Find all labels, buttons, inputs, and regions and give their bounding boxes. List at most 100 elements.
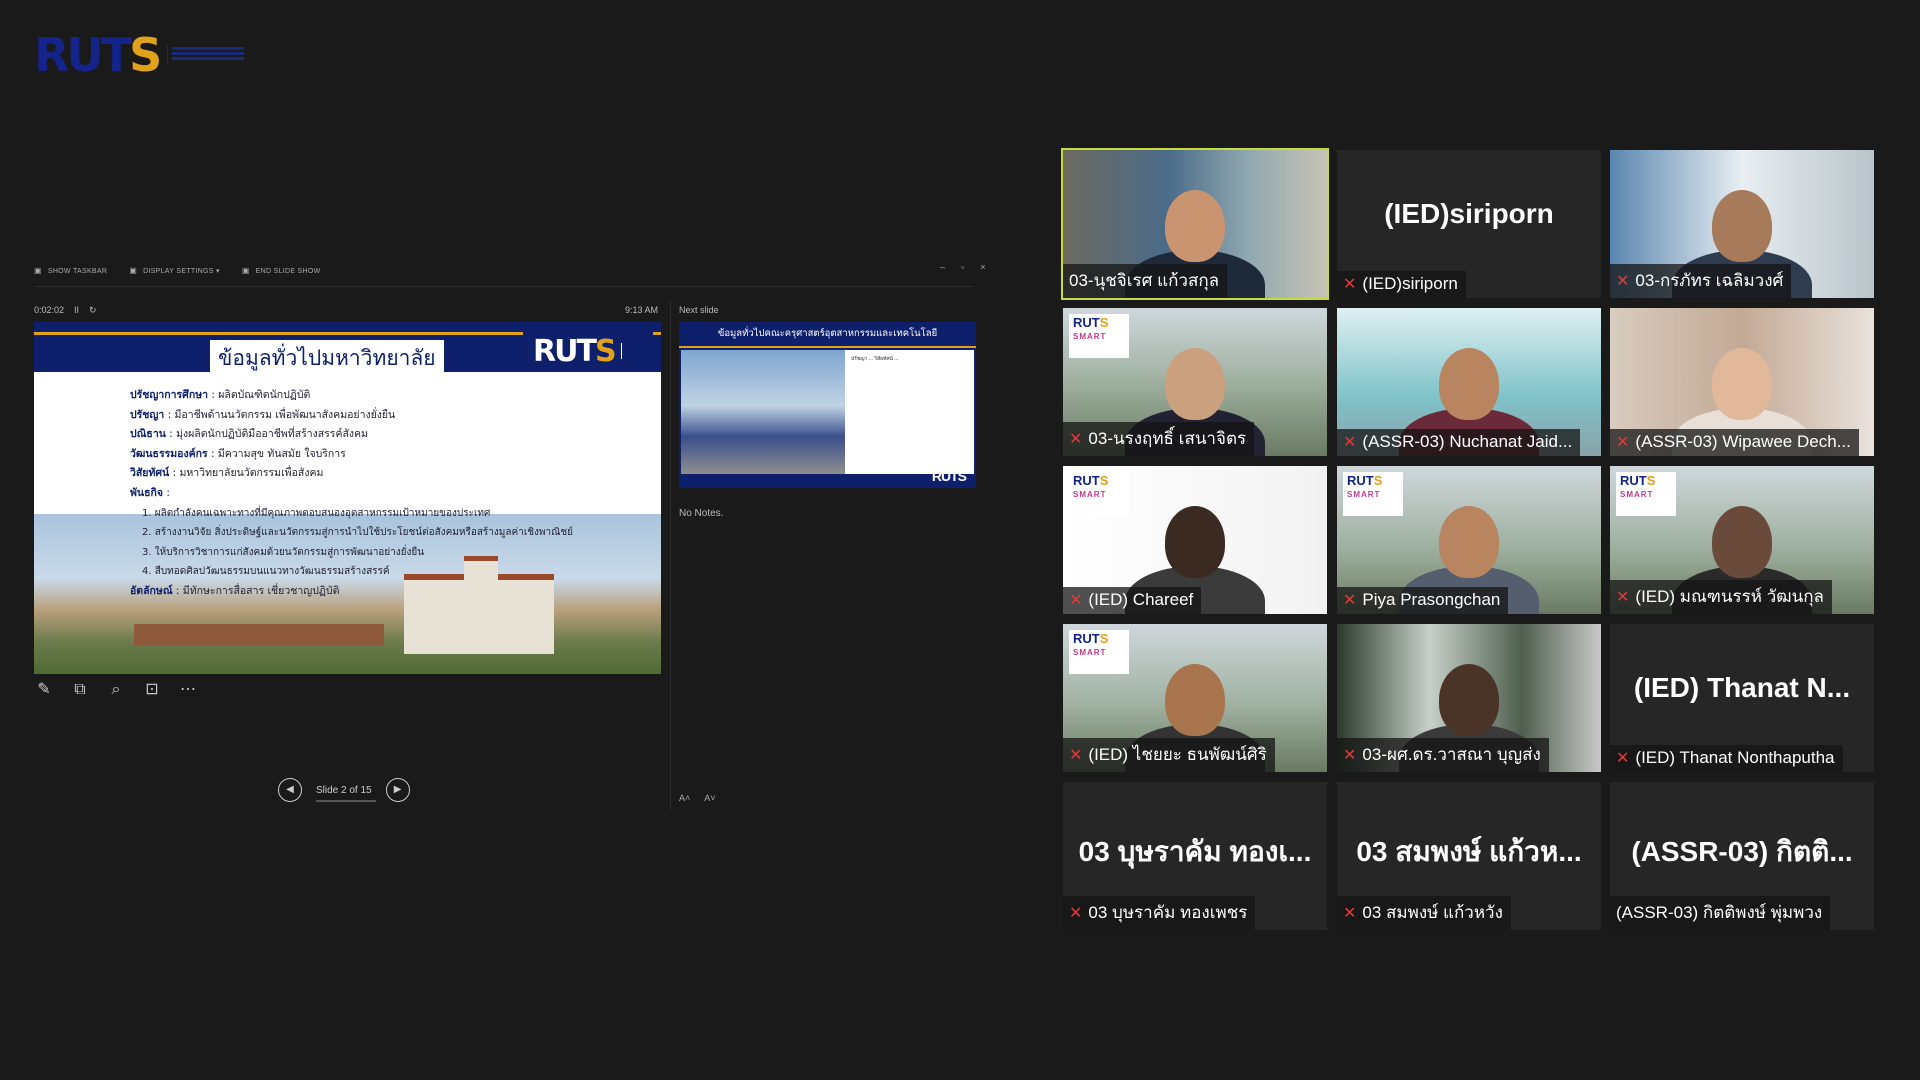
slide-timer: 0:02:02 II ↻ — [34, 305, 97, 316]
participant-name: 03 สมพงษ์ แก้วหวัง — [1362, 903, 1503, 922]
participant-display-name: 03 สมพงษ์ แก้วห... — [1356, 836, 1582, 867]
end-slide-show-button[interactable]: END SLIDE SHOW — [242, 266, 321, 275]
participant-name: 03-ผศ.ดร.วาสณา บุญส่ง — [1362, 745, 1541, 764]
participant-face — [1165, 506, 1225, 578]
participant-tile[interactable]: ✕ (ASSR-03) Wipawee Dech... — [1610, 308, 1874, 456]
zoom-icon[interactable]: ⌕ — [106, 680, 126, 700]
timer-pause-button[interactable]: II — [74, 305, 79, 316]
participant-name-label: ✕ Piya Prasongchan — [1337, 587, 1509, 614]
slide-title: ข้อมูลทั่วไปมหาวิทยาลัย — [210, 340, 444, 377]
mission-item: 3. ให้บริการวิชาการแก่สังคมด้วยนวัตกรรมส… — [142, 546, 425, 558]
participant-face — [1165, 348, 1225, 420]
next-slide-button[interactable]: ▶ — [385, 778, 410, 802]
participant-tile[interactable]: (ASSR-03) กิตติ... (ASSR-03) กิตติพงษ์ พุ… — [1610, 782, 1874, 930]
participant-name: Piya Prasongchan — [1362, 590, 1501, 609]
muted-mic-icon: ✕ — [1616, 272, 1630, 290]
show-taskbar-button[interactable]: SHOW TASKBAR — [34, 266, 107, 275]
muted-mic-icon: ✕ — [1069, 592, 1083, 609]
participant-face — [1439, 664, 1499, 736]
display-settings-button[interactable]: DISPLAY SETTINGS ▾ — [129, 266, 220, 275]
brand-logo: RUTS — [34, 28, 245, 82]
participant-name-label: ✕ 03-นรงฤทธิ์ เสนาจิตร — [1063, 422, 1255, 456]
participant-tile[interactable]: ✕ 03-กรภัทร เฉลิมวงศ์ — [1610, 150, 1874, 298]
muted-mic-icon: ✕ — [1069, 430, 1083, 448]
participant-tile[interactable]: (IED)siriporn ✕ (IED)siriporn — [1337, 150, 1601, 298]
decrease-font-button[interactable]: A˅ — [704, 793, 715, 803]
slide-body: ปรัชญาการศึกษา : ผลิตบัณฑิตนักปฏิบัติ ปร… — [34, 382, 661, 674]
participant-tile[interactable]: 03 บุษราคัม ทองเ... ✕ 03 บุษราคัม ทองเพชร — [1063, 782, 1327, 930]
participant-tile[interactable]: RUTS SMART ✕ (IED) มณฑนรรห์ วัฒนกุล — [1610, 466, 1874, 614]
participant-name-label: ✕ (ASSR-03) Wipawee Dech... — [1610, 429, 1859, 456]
participant-face — [1712, 348, 1772, 420]
presenter-toolbar: SHOW TASKBAR DISPLAY SETTINGS ▾ END SLID… — [34, 266, 321, 275]
participant-name: (ASSR-03) Nuchanat Jaid... — [1362, 432, 1573, 451]
participant-name-label: ✕ 03 สมพงษ์ แก้วหวัง — [1337, 896, 1511, 930]
next-slide-preview[interactable]: ข้อมูลทั่วไปคณะครุศาสตร์อุตสาหกรรมและเทค… — [679, 322, 976, 488]
muted-mic-icon: ✕ — [1343, 434, 1357, 451]
participant-name: 03-นรงฤทธิ์ เสนาจิตร — [1088, 429, 1247, 448]
see-all-slides-icon[interactable]: ⧉ — [70, 680, 90, 700]
logo-text: RUTS — [34, 28, 162, 82]
mission-item: 1. ผลิตกำลังคนเฉพาะทางที่มีคุณภาพตอบสนอง… — [142, 507, 491, 519]
participant-name: 03-นุชจิเรศ แก้วสกุล — [1069, 271, 1220, 290]
previous-slide-button[interactable]: ◀ — [278, 778, 302, 802]
black-screen-icon[interactable]: ⊡ — [142, 680, 162, 700]
slide-line: อัตลักษณ์ : มีทักษะการสื่อสาร เชี่ยวชาญป… — [130, 584, 340, 597]
slide-logo: RUTS — [523, 330, 653, 372]
pen-icon[interactable]: ✎ — [34, 680, 54, 700]
participant-tile[interactable]: 03-นุชจิเรศ แก้วสกุล — [1061, 148, 1329, 300]
muted-mic-icon: ✕ — [1616, 750, 1630, 767]
participant-tile[interactable]: RUTS SMART ✕ (IED) Chareef — [1063, 466, 1327, 614]
window-controls: – ▫ × — [940, 262, 985, 272]
participant-face — [1712, 190, 1772, 262]
participant-name-label: ✕ 03-ผศ.ดร.วาสณา บุญส่ง — [1337, 738, 1549, 772]
notes-font-buttons: A˄ A˅ — [679, 793, 716, 803]
current-slide: ข้อมูลทั่วไปมหาวิทยาลัย RUTS ปรัชญาการศึ… — [34, 322, 661, 674]
next-slide-text: ปรัชญา ... วิสัยทัศน์ ... — [845, 350, 974, 474]
participant-name: 03-กรภัทร เฉลิมวงศ์ — [1635, 271, 1784, 290]
timer-value: 0:02:02 — [34, 305, 65, 315]
participant-tile[interactable]: RUTS SMART ✕ (IED) ไชยยะ ธนพัฒน์ศิริ — [1063, 624, 1327, 772]
muted-mic-icon: ✕ — [1343, 746, 1357, 764]
participant-tile[interactable]: RUTS SMART ✕ 03-นรงฤทธิ์ เสนาจิตร — [1063, 308, 1327, 456]
next-slide-label: Next slide — [679, 305, 719, 315]
mission-item: 4. สืบทอดศิลปวัฒนธรรมบนแนวทางวัฒนธรรมสร้… — [142, 566, 390, 578]
participant-name-label: ✕ 03 บุษราคัม ทองเพชร — [1063, 896, 1256, 930]
participant-name: (ASSR-03) Wipawee Dech... — [1635, 432, 1851, 451]
more-options-icon[interactable]: ⋯ — [178, 680, 198, 700]
muted-mic-icon: ✕ — [1069, 904, 1083, 922]
increase-font-button[interactable]: A˄ — [679, 793, 690, 803]
participant-display-name: (IED) Thanat N... — [1633, 672, 1851, 703]
participant-name-label: ✕ (IED) Chareef — [1063, 587, 1202, 614]
clock: 9:13 AM — [625, 305, 659, 315]
mission-item: 2. สร้างงานวิจัย สิ่งประดิษฐ์และนวัตกรรม… — [142, 527, 574, 539]
participant-tile[interactable]: ✕ (ASSR-03) Nuchanat Jaid... — [1337, 308, 1601, 456]
pane-divider[interactable] — [670, 300, 671, 810]
slide-text: ปรัชญาการศึกษา : ผลิตบัณฑิตนักปฏิบัติ ปร… — [130, 386, 573, 602]
participant-tile[interactable]: ✕ 03-ผศ.ดร.วาสณา บุญส่ง — [1337, 624, 1601, 772]
slide-logo-text: RUTS — [533, 333, 617, 369]
participant-tile[interactable]: RUTS SMART ✕ Piya Prasongchan — [1337, 466, 1601, 614]
minimize-button[interactable]: – — [940, 262, 945, 272]
muted-mic-icon: ✕ — [1343, 904, 1357, 922]
slide-counter[interactable]: Slide 2 of 15 — [316, 785, 376, 802]
participant-display-name: (IED)siriporn — [1384, 198, 1554, 229]
participant-name: (IED) มณฑนรรห์ วัฒนกุล — [1635, 587, 1824, 606]
participant-name-label: ✕ (IED) มณฑนรรห์ วัฒนกุล — [1610, 580, 1832, 614]
participant-name-label: 03-นุชจิเรศ แก้วสกุล — [1063, 264, 1228, 298]
participant-face — [1439, 506, 1499, 578]
virtual-background-logo: RUTS SMART — [1069, 314, 1129, 358]
virtual-background-logo: RUTS SMART — [1069, 472, 1129, 516]
participant-face — [1712, 506, 1772, 578]
slide-line: ปรัชญาการศึกษา : ผลิตบัณฑิตนักปฏิบัติ — [130, 389, 311, 401]
participant-tile[interactable]: 03 สมพงษ์ แก้วห... ✕ 03 สมพงษ์ แก้วหวัง — [1337, 782, 1601, 930]
virtual-background-logo: RUTS SMART — [1069, 630, 1129, 674]
muted-mic-icon: ✕ — [1343, 592, 1357, 609]
participant-tile[interactable]: (IED) Thanat N... ✕ (IED) Thanat Nonthaput… — [1610, 624, 1874, 772]
participant-name: 03 บุษราคัม ทองเพชร — [1088, 903, 1248, 922]
slide-line: พันธกิจ : — [130, 486, 170, 499]
timer-reset-button[interactable]: ↻ — [89, 305, 97, 316]
close-button[interactable]: × — [980, 262, 985, 272]
restore-button[interactable]: ▫ — [961, 262, 964, 272]
speaker-notes[interactable]: No Notes. — [679, 508, 723, 519]
